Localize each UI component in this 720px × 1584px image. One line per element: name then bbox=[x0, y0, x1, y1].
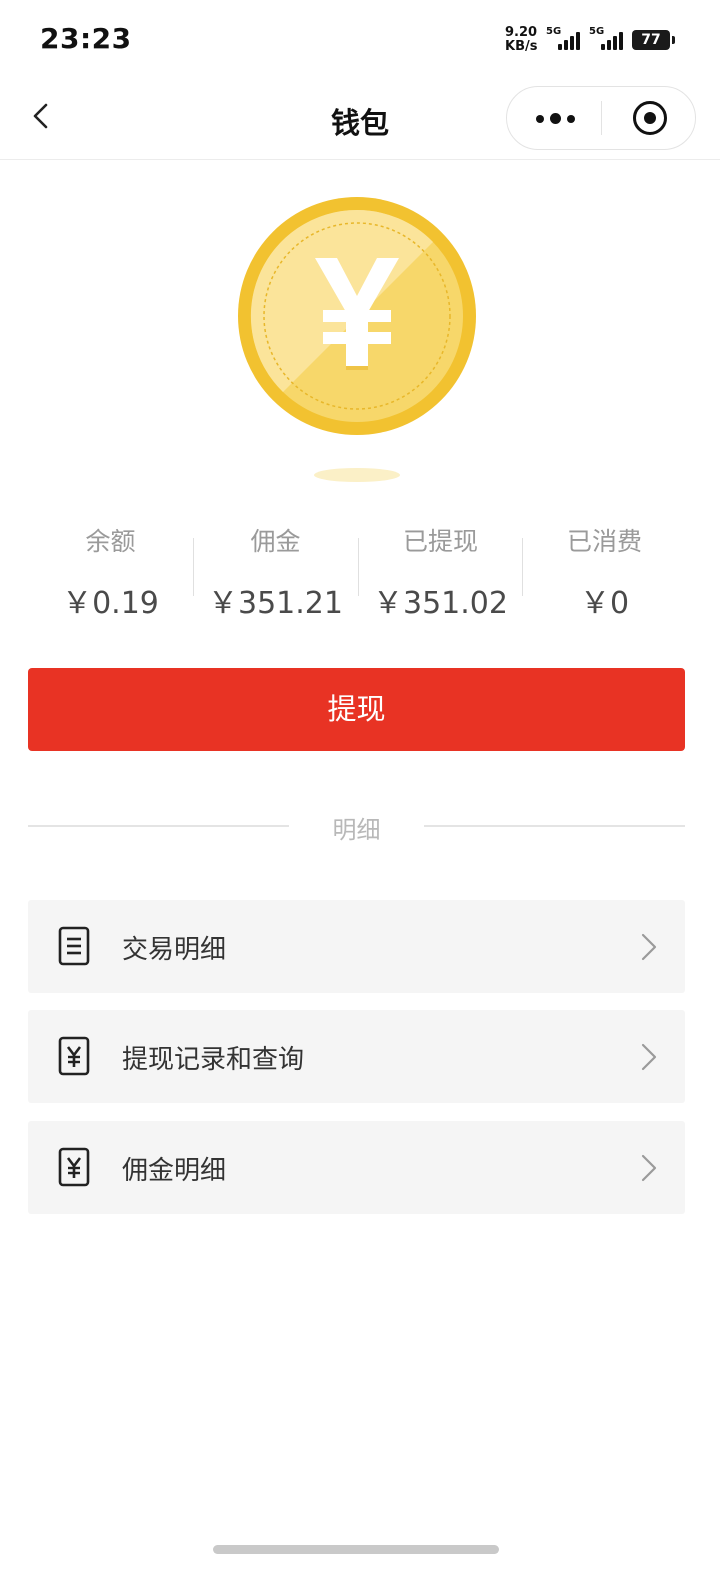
chevron-right-icon bbox=[641, 1154, 657, 1182]
yen-receipt-icon bbox=[58, 1147, 90, 1187]
stat-balance: 余额 ￥0.19 bbox=[28, 520, 193, 621]
stat-value: ￥0.19 bbox=[62, 586, 159, 621]
network-speed-unit: KB/s bbox=[505, 39, 538, 54]
status-time: 23:23 bbox=[40, 22, 132, 55]
signal-icon: 5G bbox=[589, 26, 629, 54]
stat-consumed: 已消费 ￥0 bbox=[522, 520, 687, 621]
details-section-header: 明细 bbox=[28, 804, 685, 848]
close-mini-program-button[interactable] bbox=[633, 101, 667, 135]
list-item-commission-details[interactable]: 佣金明细 bbox=[28, 1121, 685, 1214]
capsule-divider bbox=[601, 101, 602, 135]
chevron-right-icon bbox=[641, 933, 657, 961]
list-item-withdraw-records[interactable]: 提现记录和查询 bbox=[28, 1010, 685, 1103]
yen-receipt-icon bbox=[58, 1036, 90, 1076]
stat-value: ￥0 bbox=[579, 586, 630, 621]
stat-label: 余额 bbox=[85, 527, 136, 556]
stat-commission: 佣金 ￥351.21 bbox=[193, 520, 358, 621]
document-icon bbox=[58, 926, 90, 966]
gold-coin-yen-icon bbox=[238, 197, 476, 435]
battery-level: 77 bbox=[641, 32, 661, 48]
list-item-label: 交易明细 bbox=[122, 935, 227, 965]
section-title: 明细 bbox=[332, 816, 381, 844]
network-speed: 9.20 KB/s bbox=[505, 26, 537, 54]
stat-label: 已提现 bbox=[402, 527, 478, 556]
list-item-label: 佣金明细 bbox=[122, 1156, 227, 1186]
stat-value: ￥351.02 bbox=[373, 586, 508, 621]
list-item-transaction-details[interactable]: 交易明细 bbox=[28, 900, 685, 993]
coin-shadow bbox=[314, 468, 400, 482]
stat-value: ￥351.21 bbox=[208, 586, 343, 621]
mini-program-capsule bbox=[506, 86, 696, 150]
status-bar: 23:23 9.20 KB/s 5G 5G 77 bbox=[0, 0, 720, 80]
chevron-right-icon bbox=[641, 1043, 657, 1071]
nav-bar: 钱包 bbox=[0, 80, 720, 160]
list-item-label: 提现记录和查询 bbox=[122, 1045, 305, 1075]
stat-label: 已消费 bbox=[566, 527, 642, 556]
wallet-stats: 余额 ￥0.19 佣金 ￥351.21 已提现 ￥351.02 已消费 ￥0 bbox=[28, 520, 692, 621]
network-speed-value: 9.20 bbox=[505, 25, 538, 40]
stat-label: 佣金 bbox=[250, 527, 301, 556]
signal-icon: 5G bbox=[546, 26, 586, 54]
stat-withdrawn: 已提现 ￥351.02 bbox=[358, 520, 523, 621]
home-indicator[interactable] bbox=[213, 1545, 499, 1554]
withdraw-button[interactable]: 提现 bbox=[28, 668, 685, 751]
more-button[interactable] bbox=[507, 87, 601, 149]
divider-line bbox=[424, 825, 685, 827]
battery-icon: 77 bbox=[632, 30, 675, 50]
